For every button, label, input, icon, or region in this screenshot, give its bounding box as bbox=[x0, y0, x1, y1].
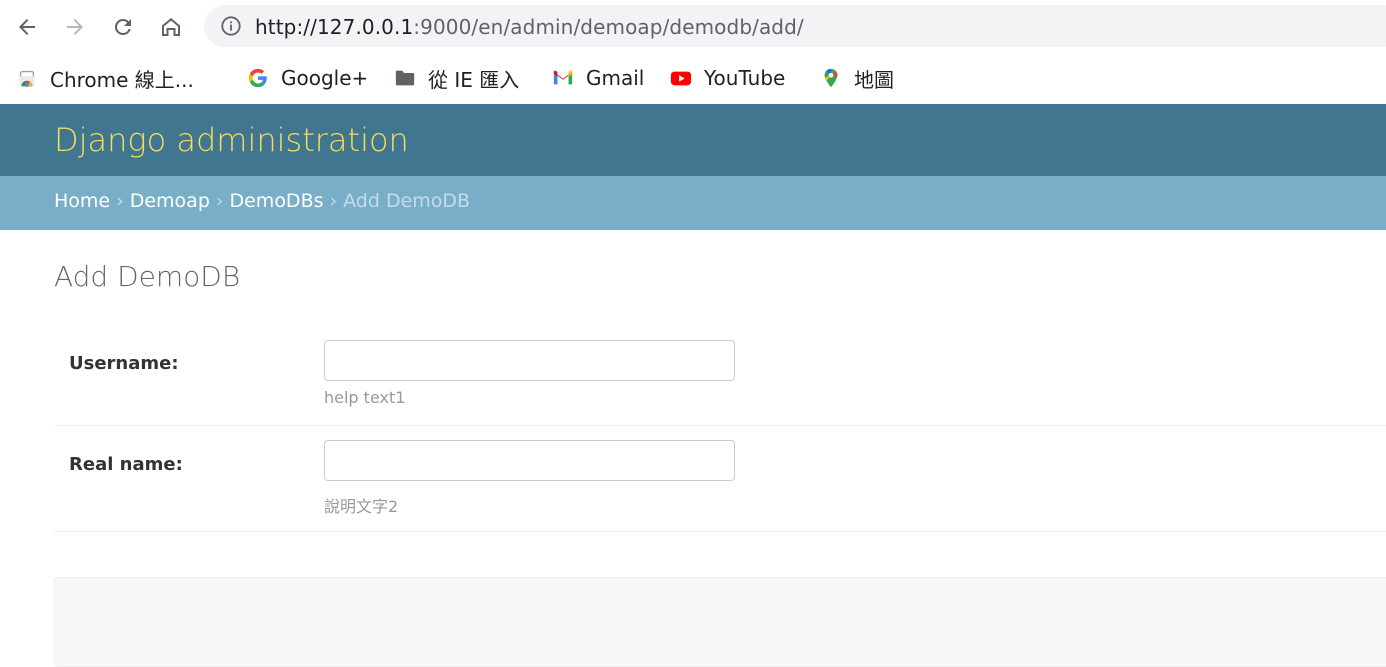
bookmark-label: YouTube bbox=[704, 66, 786, 90]
breadcrumb-trail: Home › Demoap › DemoDBs › Add DemoDB bbox=[54, 190, 470, 212]
reload-icon bbox=[114, 18, 131, 35]
reload-button[interactable] bbox=[105, 9, 141, 45]
bookmark-label: Google+ bbox=[281, 66, 369, 90]
info-icon[interactable] bbox=[220, 15, 242, 37]
submit-row bbox=[54, 577, 1386, 667]
username-label: Username: bbox=[69, 353, 179, 374]
bookmark-label: Chrome 線上... bbox=[50, 67, 194, 92]
url-host: http://127.0.0.1 bbox=[255, 15, 414, 39]
home-icon bbox=[162, 18, 180, 36]
bookmark-label: 地圖 bbox=[854, 67, 894, 92]
form-row-username: Username: help text1 bbox=[54, 326, 1386, 426]
youtube-icon bbox=[670, 71, 692, 86]
url-path: :9000/en/admin/demoap/demodb/add/ bbox=[413, 15, 804, 39]
breadcrumb-separator: › bbox=[116, 190, 124, 212]
forward-button[interactable] bbox=[57, 9, 93, 45]
breadcrumb-separator: › bbox=[329, 190, 338, 212]
breadcrumb-separator: › bbox=[215, 190, 224, 212]
username-input[interactable] bbox=[324, 340, 735, 381]
browser-toolbar: http://127.0.0.1:9000/en/admin/demoap/de… bbox=[0, 0, 1386, 54]
address-bar[interactable]: http://127.0.0.1:9000/en/admin/demoap/de… bbox=[204, 5, 1386, 47]
breadcrumb-model-link[interactable]: DemoDBs bbox=[229, 190, 323, 212]
bookmark-label: Gmail bbox=[586, 66, 645, 90]
folder-icon bbox=[395, 70, 415, 86]
bookmark-maps[interactable]: 地圖 bbox=[820, 63, 894, 93]
bookmark-ie-import-folder[interactable]: 從 IE 匯入 bbox=[394, 63, 519, 93]
real-name-help-text: 說明文字2 bbox=[324, 497, 399, 516]
real-name-input[interactable] bbox=[324, 440, 735, 481]
bookmark-gmail[interactable]: Gmail bbox=[552, 63, 644, 93]
username-help-text: help text1 bbox=[324, 388, 406, 407]
home-button[interactable] bbox=[153, 9, 189, 45]
maps-icon bbox=[824, 68, 838, 88]
page-title: Add DemoDB bbox=[54, 260, 241, 293]
form-row-real-name: Real name: 說明文字2 bbox=[54, 426, 1386, 532]
url-text: http://127.0.0.1:9000/en/admin/demoap/de… bbox=[255, 15, 804, 39]
bookmark-label: 從 IE 匯入 bbox=[428, 67, 520, 92]
bookmarks-bar: Chrome 線上... Google+ 從 IE 匯入 Gmail YouTu… bbox=[0, 54, 1386, 104]
breadcrumb: Home › Demoap › DemoDBs › Add DemoDB bbox=[0, 176, 1386, 230]
bookmark-chrome-webstore[interactable]: Chrome 線上... bbox=[16, 63, 194, 93]
chrome-webstore-icon bbox=[18, 70, 36, 87]
real-name-label: Real name: bbox=[69, 454, 183, 475]
arrow-left-icon bbox=[19, 19, 35, 35]
breadcrumb-app-link[interactable]: Demoap bbox=[130, 190, 210, 212]
arrow-right-icon bbox=[67, 19, 83, 35]
bookmark-youtube[interactable]: YouTube bbox=[670, 63, 785, 93]
site-branding[interactable]: Django administration bbox=[54, 121, 409, 159]
admin-header: Django administration bbox=[0, 104, 1386, 176]
bookmark-google-plus[interactable]: Google+ bbox=[247, 63, 368, 93]
breadcrumb-home-link[interactable]: Home bbox=[54, 190, 110, 212]
gmail-icon bbox=[553, 70, 573, 85]
google-icon bbox=[248, 68, 267, 88]
back-button[interactable] bbox=[9, 9, 45, 45]
breadcrumb-current: Add DemoDB bbox=[343, 190, 471, 212]
